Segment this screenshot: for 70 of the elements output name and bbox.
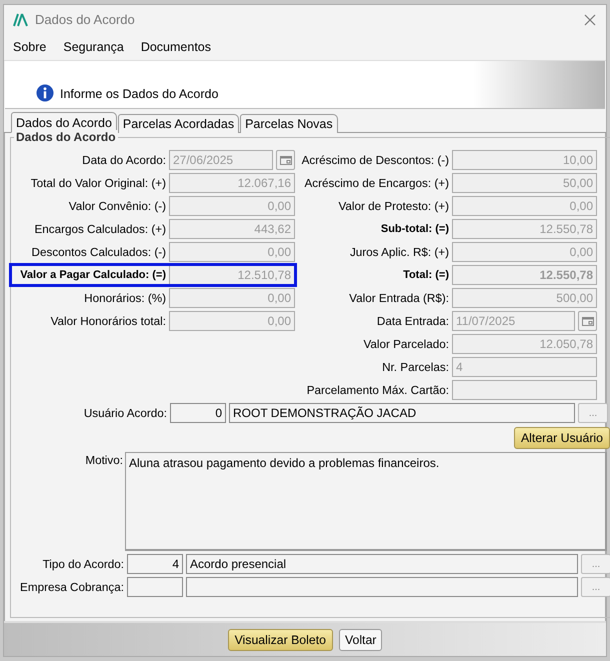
code-field[interactable]: 4 <box>127 554 183 574</box>
name-field[interactable]: Acordo presencial <box>186 554 578 574</box>
window-title: Dados do Acordo <box>35 12 136 27</box>
group-title: Dados do Acordo <box>14 130 118 144</box>
tab[interactable]: Parcelas Acordadas <box>118 114 240 133</box>
lookup-button[interactable]: ... <box>578 403 608 423</box>
field-label: Parcelamento Máx. Cartão: <box>306 384 449 396</box>
lookup-button[interactable]: ... <box>581 577 610 597</box>
field-label: Sub-total: (=) <box>380 223 449 235</box>
input-field[interactable] <box>452 380 597 400</box>
field-label: Usuário Acordo: <box>82 406 167 420</box>
tab[interactable]: Parcelas Novas <box>240 114 338 133</box>
input-field[interactable]: 0,00 <box>452 242 597 262</box>
close-icon[interactable] <box>584 14 596 26</box>
field-label: Tipo do Acordo: <box>42 558 124 570</box>
input-field[interactable]: 443,62 <box>169 219 295 239</box>
field-label: Acréscimo de Encargos: (+) <box>303 176 449 190</box>
menu-item[interactable]: Documentos <box>140 40 212 54</box>
input-field[interactable]: 50,00 <box>452 173 597 193</box>
logo-icon <box>13 12 29 26</box>
field-label: Valor a Pagar Calculado: (=) <box>19 269 166 281</box>
info-icon <box>36 84 54 102</box>
field-label: Acréscimo de Descontos: (-) <box>300 154 449 166</box>
code-field[interactable] <box>127 577 183 597</box>
calendar-button[interactable] <box>276 150 295 170</box>
field-label: Motivo: <box>84 453 123 469</box>
input-field[interactable]: 0,00 <box>452 196 597 216</box>
header-message: Informe os Dados do Acordo <box>60 87 218 102</box>
calendar-button[interactable] <box>578 311 597 331</box>
input-field[interactable]: 0,00 <box>169 288 295 308</box>
input-field[interactable]: 12.550,78 <box>452 265 597 285</box>
field-label: Descontos Calculados: (-) <box>30 246 166 258</box>
calendar-icon <box>280 156 292 164</box>
lookup-button[interactable]: ... <box>581 554 610 574</box>
input-field[interactable]: 0,00 <box>169 242 295 262</box>
input-field[interactable]: 12.050,78 <box>452 334 597 354</box>
input-field[interactable]: 12.550,78 <box>452 219 597 239</box>
calendar-icon <box>582 316 594 326</box>
menu-item[interactable]: Segurança <box>63 40 124 54</box>
field-label: Valor Honorários total: <box>50 314 166 328</box>
field-label: Valor de Protesto: (+) <box>337 200 449 212</box>
reason-textarea[interactable]: Aluna atrasou pagamento devido a problemas financeiros. <box>125 452 607 551</box>
field-label: Empresa Cobrança: <box>19 580 124 594</box>
input-field[interactable]: 27/06/2025 <box>169 150 273 170</box>
input-field[interactable]: 0,00 <box>169 311 295 331</box>
field-label: Valor Parcelado: <box>362 338 449 350</box>
field-label: Nr. Parcelas: <box>381 360 449 374</box>
field-label: Valor Entrada (R$): <box>348 292 449 304</box>
field-label: Valor Convênio: (-) <box>68 200 166 212</box>
name-field[interactable] <box>186 577 578 597</box>
field-label: Total do Valor Original: (+) <box>30 176 166 190</box>
input-field[interactable]: 12.067,16 <box>169 173 295 193</box>
code-field[interactable]: 0 <box>170 403 226 423</box>
field-label: Encargos Calculados: (+) <box>33 222 166 236</box>
name-field[interactable]: ROOT DEMONSTRAÇÃO JACAD <box>229 403 575 423</box>
field-label: Total: (=) <box>402 269 449 281</box>
input-field[interactable]: 500,00 <box>452 288 597 308</box>
field-label: Data do Acordo: <box>81 154 166 166</box>
input-field[interactable]: 4 <box>452 357 597 377</box>
input-field[interactable]: 11/07/2025 <box>452 311 575 331</box>
input-field[interactable]: 10,00 <box>452 150 597 170</box>
input-field[interactable]: 12.510,78 <box>169 265 295 285</box>
dialog-button[interactable]: Visualizar Boleto <box>228 628 333 650</box>
change-user-button[interactable]: Alterar Usuário <box>514 427 610 449</box>
field-label: Honorários: (%) <box>83 292 166 304</box>
field-label: Data Entrada: <box>376 314 449 328</box>
field-label: Juros Aplic. R$: (+) <box>348 246 449 258</box>
menu-item[interactable]: Sobre <box>13 40 46 54</box>
dialog-button[interactable]: Voltar <box>338 628 382 650</box>
input-field[interactable]: 0,00 <box>169 196 295 216</box>
